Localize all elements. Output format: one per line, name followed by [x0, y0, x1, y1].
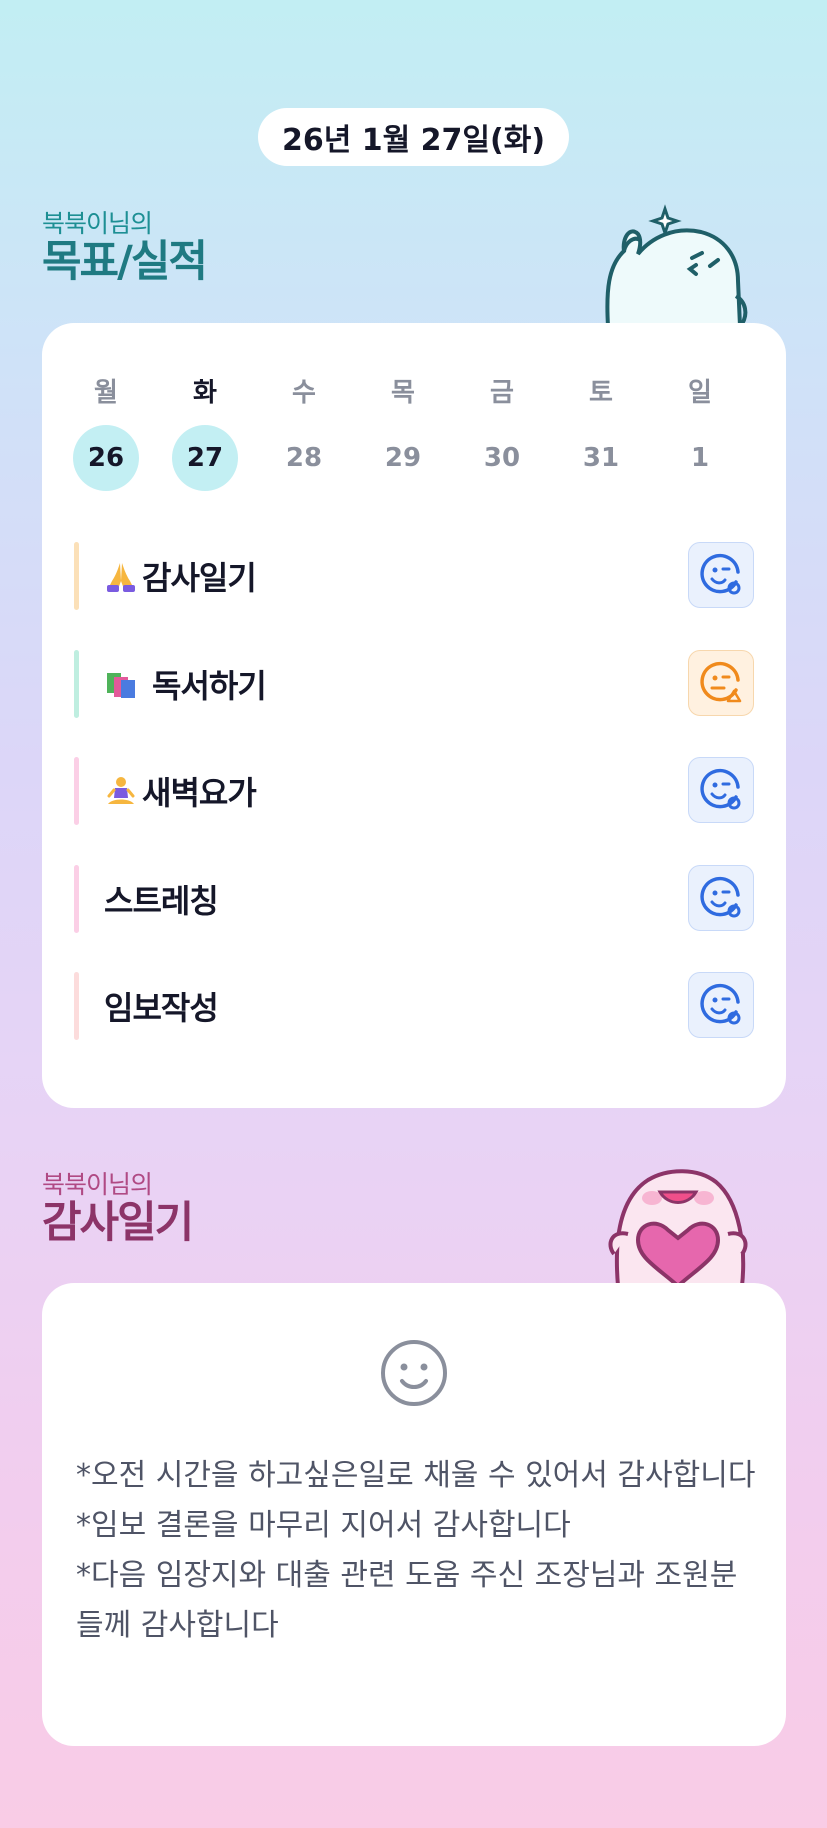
day-label: 일 — [688, 378, 712, 408]
day-tue[interactable]: 화 27 — [171, 373, 239, 491]
goal-row: 임보작성 — [104, 972, 219, 1040]
date-pill: 26년 1월 27일(화) — [258, 108, 569, 166]
day-label: 목 — [391, 378, 415, 408]
goal-status-button[interactable] — [688, 757, 754, 823]
day-date[interactable]: 31 — [568, 425, 634, 491]
day-date[interactable]: 30 — [469, 425, 535, 491]
diary-title: 감사일기 — [42, 1198, 194, 1248]
diary-entry: *임보 결론을 마무리 지어서 감사합니다 — [76, 1508, 571, 1543]
goal-row: 감사일기 — [104, 542, 257, 610]
smile-warning-icon — [700, 661, 742, 703]
goals-card: 월 26 화 27 수 28 목 29 금 30 토 31 일 1 감사일기 독… — [42, 323, 786, 1108]
goal-name: 독서하기 — [152, 667, 267, 705]
day-label: 화 — [193, 378, 217, 408]
goal-color-bar — [74, 972, 79, 1040]
day-label: 월 — [94, 378, 118, 408]
goal-item[interactable]: 독서하기 — [74, 650, 754, 718]
day-date[interactable]: 28 — [271, 425, 337, 491]
goal-name: 새벽요가 — [142, 774, 257, 812]
goal-name: 감사일기 — [142, 559, 257, 597]
day-label: 금 — [490, 378, 514, 408]
goals-title: 목표/실적 — [42, 237, 208, 287]
goal-item[interactable]: 새벽요가 — [74, 757, 754, 825]
day-date[interactable]: 27 — [172, 425, 238, 491]
goal-color-bar — [74, 865, 79, 933]
goal-color-bar — [74, 542, 79, 610]
goals-subtitle: 북북이님의 — [42, 209, 153, 238]
day-label: 토 — [589, 378, 613, 408]
diary-entry: *다음 임장지와 대출 관련 도움 주신 조장님과 조원분들께 감사합니다 — [76, 1558, 738, 1643]
books-icon — [107, 673, 135, 698]
diary-subtitle: 북북이님의 — [42, 1170, 153, 1199]
day-label: 수 — [292, 378, 316, 408]
goal-status-button[interactable] — [688, 972, 754, 1038]
smile-check-icon — [700, 876, 741, 918]
day-sun[interactable]: 일 1 — [666, 373, 734, 491]
goal-row: 스트레칭 — [104, 865, 219, 933]
day-date[interactable]: 26 — [73, 425, 139, 491]
goal-row: 독서하기 — [104, 650, 267, 718]
diary-card: *오전 시간을 하고싶은일로 채울 수 있어서 감사합니다 *임보 결론을 마무… — [42, 1283, 786, 1746]
diary-entries: *오전 시간을 하고싶은일로 채울 수 있어서 감사합니다 *임보 결론을 마무… — [76, 1451, 756, 1651]
smile-check-icon — [700, 768, 741, 810]
goal-item[interactable]: 스트레칭 — [74, 865, 754, 933]
week-calendar: 월 26 화 27 수 28 목 29 금 30 토 31 일 1 — [72, 373, 734, 491]
goal-row: 새벽요가 — [104, 757, 257, 825]
smile-face-icon — [381, 1340, 447, 1406]
smile-check-icon — [700, 983, 741, 1025]
day-sat[interactable]: 토 31 — [567, 373, 635, 491]
goal-status-button[interactable] — [688, 542, 754, 608]
goal-item[interactable]: 감사일기 — [74, 542, 754, 610]
goal-name: 스트레칭 — [104, 882, 219, 920]
goals-section-header: 북북이님의 목표/실적 — [42, 209, 208, 287]
diary-entry: *오전 시간을 하고싶은일로 채울 수 있어서 감사합니다 — [76, 1458, 756, 1493]
day-thu[interactable]: 목 29 — [369, 373, 437, 491]
heart-mascot-icon — [608, 1169, 748, 1286]
goal-item[interactable]: 임보작성 — [74, 972, 754, 1040]
day-mon[interactable]: 월 26 — [72, 373, 140, 491]
smile-check-icon — [700, 553, 741, 595]
diary-section-header: 북북이님의 감사일기 — [42, 1170, 194, 1248]
day-wed[interactable]: 수 28 — [270, 373, 338, 491]
yoga-person-icon — [107, 777, 135, 804]
goal-color-bar — [74, 757, 79, 825]
goal-status-button[interactable] — [688, 650, 754, 716]
goal-status-button[interactable] — [688, 865, 754, 931]
day-date[interactable]: 29 — [370, 425, 436, 491]
goal-name: 임보작성 — [104, 989, 219, 1027]
day-fri[interactable]: 금 30 — [468, 373, 536, 491]
ghost-mascot-icon — [605, 204, 748, 326]
date-label: 26년 1월 27일(화) — [281, 123, 546, 158]
praying-hands-icon — [107, 563, 135, 592]
goal-color-bar — [74, 650, 79, 718]
day-date[interactable]: 1 — [667, 425, 733, 491]
